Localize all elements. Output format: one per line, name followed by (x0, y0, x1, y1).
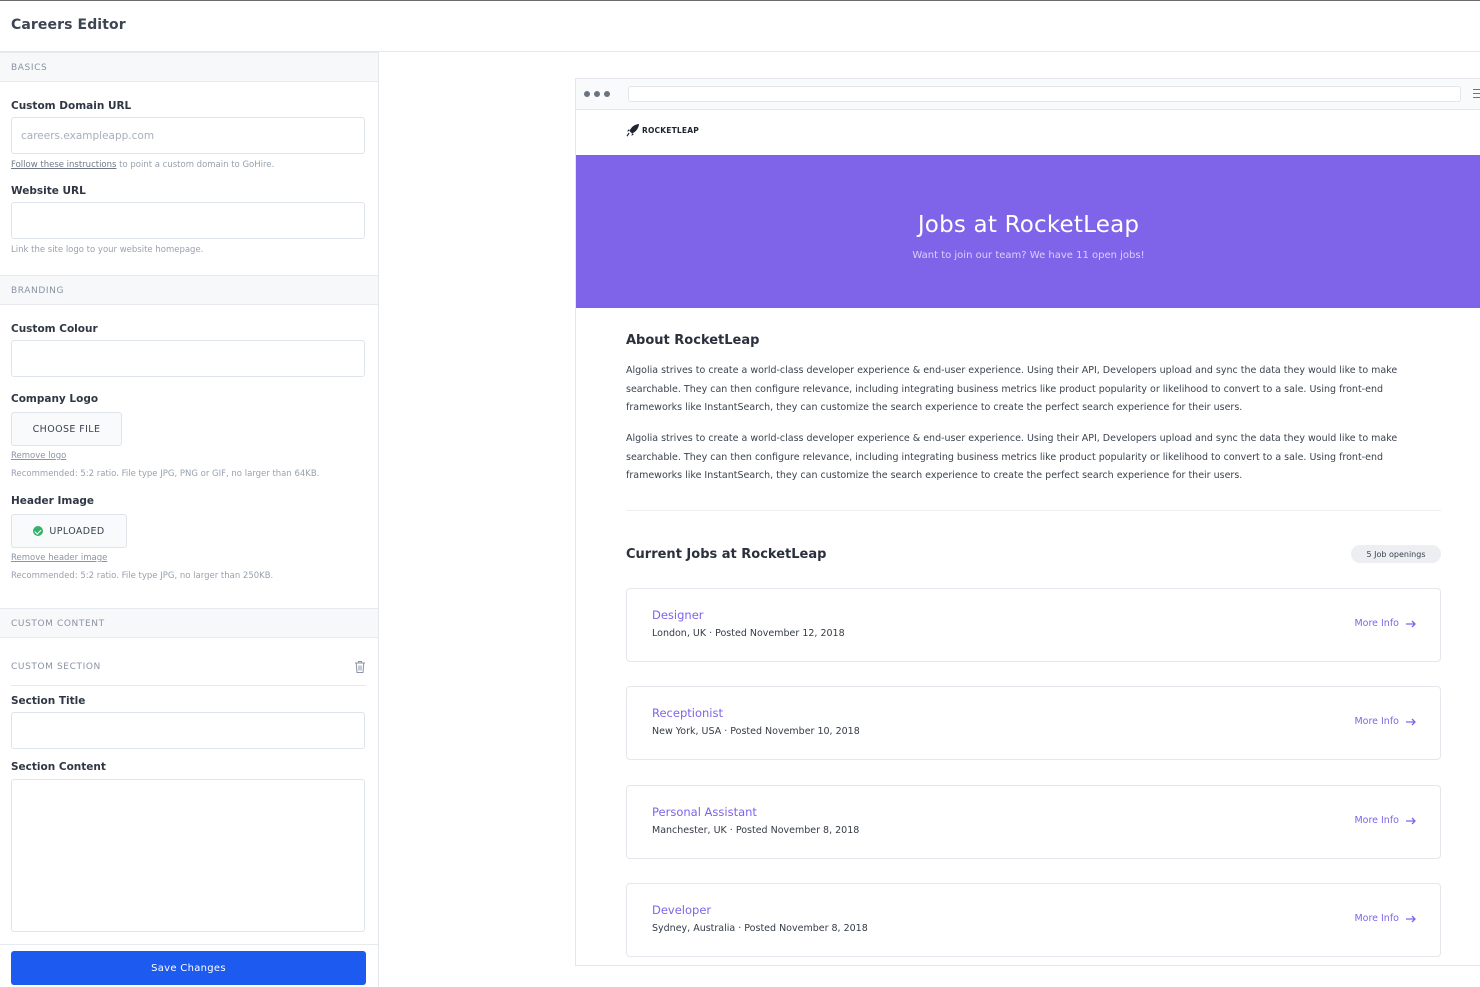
hero-title: Jobs at RocketLeap (917, 212, 1140, 238)
site-header: ROCKETLEAP (576, 110, 1480, 155)
company-logo-label: Company Logo (11, 393, 99, 405)
section-content-label: Section Content (11, 761, 106, 773)
job-title[interactable]: Developer (652, 903, 711, 917)
job-card[interactable]: Designer London, UK · Posted November 12… (626, 588, 1441, 662)
more-info-label: More Info (1354, 618, 1399, 629)
job-title[interactable]: Designer (652, 608, 704, 622)
job-card[interactable]: Receptionist New York, USA · Posted Nove… (626, 686, 1441, 760)
header-image-label: Header Image (11, 495, 95, 507)
choose-file-button[interactable]: CHOOSE FILE (11, 412, 122, 446)
section-content-textarea[interactable] (11, 779, 365, 932)
job-meta: Sydney, Australia · Posted November 8, 2… (652, 923, 868, 934)
section-header-custom-content: CUSTOM CONTENT (0, 608, 378, 638)
header-image-help: Recommended: 5:2 ratio. File type JPG, n… (11, 571, 274, 581)
custom-section-header: CUSTOM SECTION (11, 660, 366, 686)
more-info-link[interactable]: More Info (1354, 815, 1416, 826)
hero-banner: Jobs at RocketLeap Want to join our team… (576, 155, 1480, 308)
job-title[interactable]: Receptionist (652, 706, 723, 720)
remove-header-image-link[interactable]: Remove header image (11, 553, 107, 563)
arrow-right-icon (1406, 915, 1416, 922)
custom-colour-input[interactable] (11, 340, 365, 377)
more-info-label: More Info (1354, 815, 1399, 826)
custom-domain-input[interactable] (11, 117, 365, 154)
check-circle-icon (33, 526, 44, 536)
more-info-link[interactable]: More Info (1354, 913, 1416, 924)
hero-subtitle: Want to join our team? We have 11 open j… (912, 250, 1145, 261)
custom-colour-label: Custom Colour (11, 323, 98, 335)
website-url-label: Website URL (11, 185, 86, 197)
divider (626, 510, 1441, 511)
more-info-link[interactable]: More Info (1354, 716, 1416, 727)
jobs-title: Current Jobs at RocketLeap (626, 547, 827, 562)
remove-logo-link[interactable]: Remove logo (11, 451, 66, 461)
more-info-link[interactable]: More Info (1354, 618, 1416, 629)
custom-domain-label: Custom Domain URL (11, 100, 132, 112)
uploaded-button[interactable]: UPLOADED (11, 514, 127, 548)
job-meta: Manchester, UK · Posted November 8, 2018 (652, 825, 860, 836)
more-info-label: More Info (1354, 913, 1399, 924)
job-title[interactable]: Personal Assistant (652, 805, 757, 819)
browser-bar (576, 79, 1480, 110)
site-logo[interactable]: ROCKETLEAP (626, 123, 699, 137)
custom-domain-help: Follow these instructions to point a cus… (11, 160, 274, 170)
job-card[interactable]: Personal Assistant Manchester, UK · Post… (626, 785, 1441, 859)
section-title-input[interactable] (11, 712, 365, 749)
trash-icon[interactable] (354, 660, 366, 674)
rocket-icon (626, 124, 639, 137)
arrow-right-icon (1406, 620, 1416, 627)
app-title: Careers Editor (11, 17, 126, 33)
company-logo-help: Recommended: 5:2 ratio. File type JPG, P… (11, 469, 320, 479)
job-meta: New York, USA · Posted November 10, 2018 (652, 726, 860, 737)
hamburger-icon (1473, 89, 1480, 98)
job-meta: London, UK · Posted November 12, 2018 (652, 628, 845, 639)
custom-section-label: CUSTOM SECTION (11, 662, 101, 672)
section-header-branding: BRANDING (0, 275, 378, 305)
website-url-input[interactable] (11, 202, 365, 239)
job-card[interactable]: Developer Sydney, Australia · Posted Nov… (626, 883, 1441, 957)
about-paragraph: Algolia strives to create a world-class … (626, 433, 1398, 481)
about-title: About RocketLeap (626, 333, 760, 348)
save-changes-button[interactable]: Save Changes (11, 951, 366, 985)
top-bar: Careers Editor (0, 1, 1480, 52)
editor-panel: BASICS Custom Domain URL Follow these in… (0, 52, 379, 987)
section-header-basics: BASICS (0, 52, 378, 82)
choose-file-label: CHOOSE FILE (32, 423, 101, 435)
url-bar (628, 86, 1461, 102)
about-paragraph: Algolia strives to create a world-class … (626, 365, 1398, 413)
website-url-help: Link the site logo to your website homep… (11, 245, 204, 255)
more-info-label: More Info (1354, 716, 1399, 727)
brand-name: ROCKETLEAP (642, 125, 699, 135)
job-openings-badge: 5 Job openings (1351, 545, 1441, 563)
instructions-link[interactable]: Follow these instructions (11, 160, 116, 170)
arrow-right-icon (1406, 817, 1416, 824)
custom-domain-help-text: to point a custom domain to GoHire. (116, 160, 275, 170)
careers-page-preview: ROCKETLEAP Jobs at RocketLeap Want to jo… (575, 78, 1480, 966)
section-title-label: Section Title (11, 695, 86, 707)
window-dots-icon (584, 91, 610, 97)
arrow-right-icon (1406, 718, 1416, 725)
uploaded-label: UPLOADED (49, 525, 105, 537)
